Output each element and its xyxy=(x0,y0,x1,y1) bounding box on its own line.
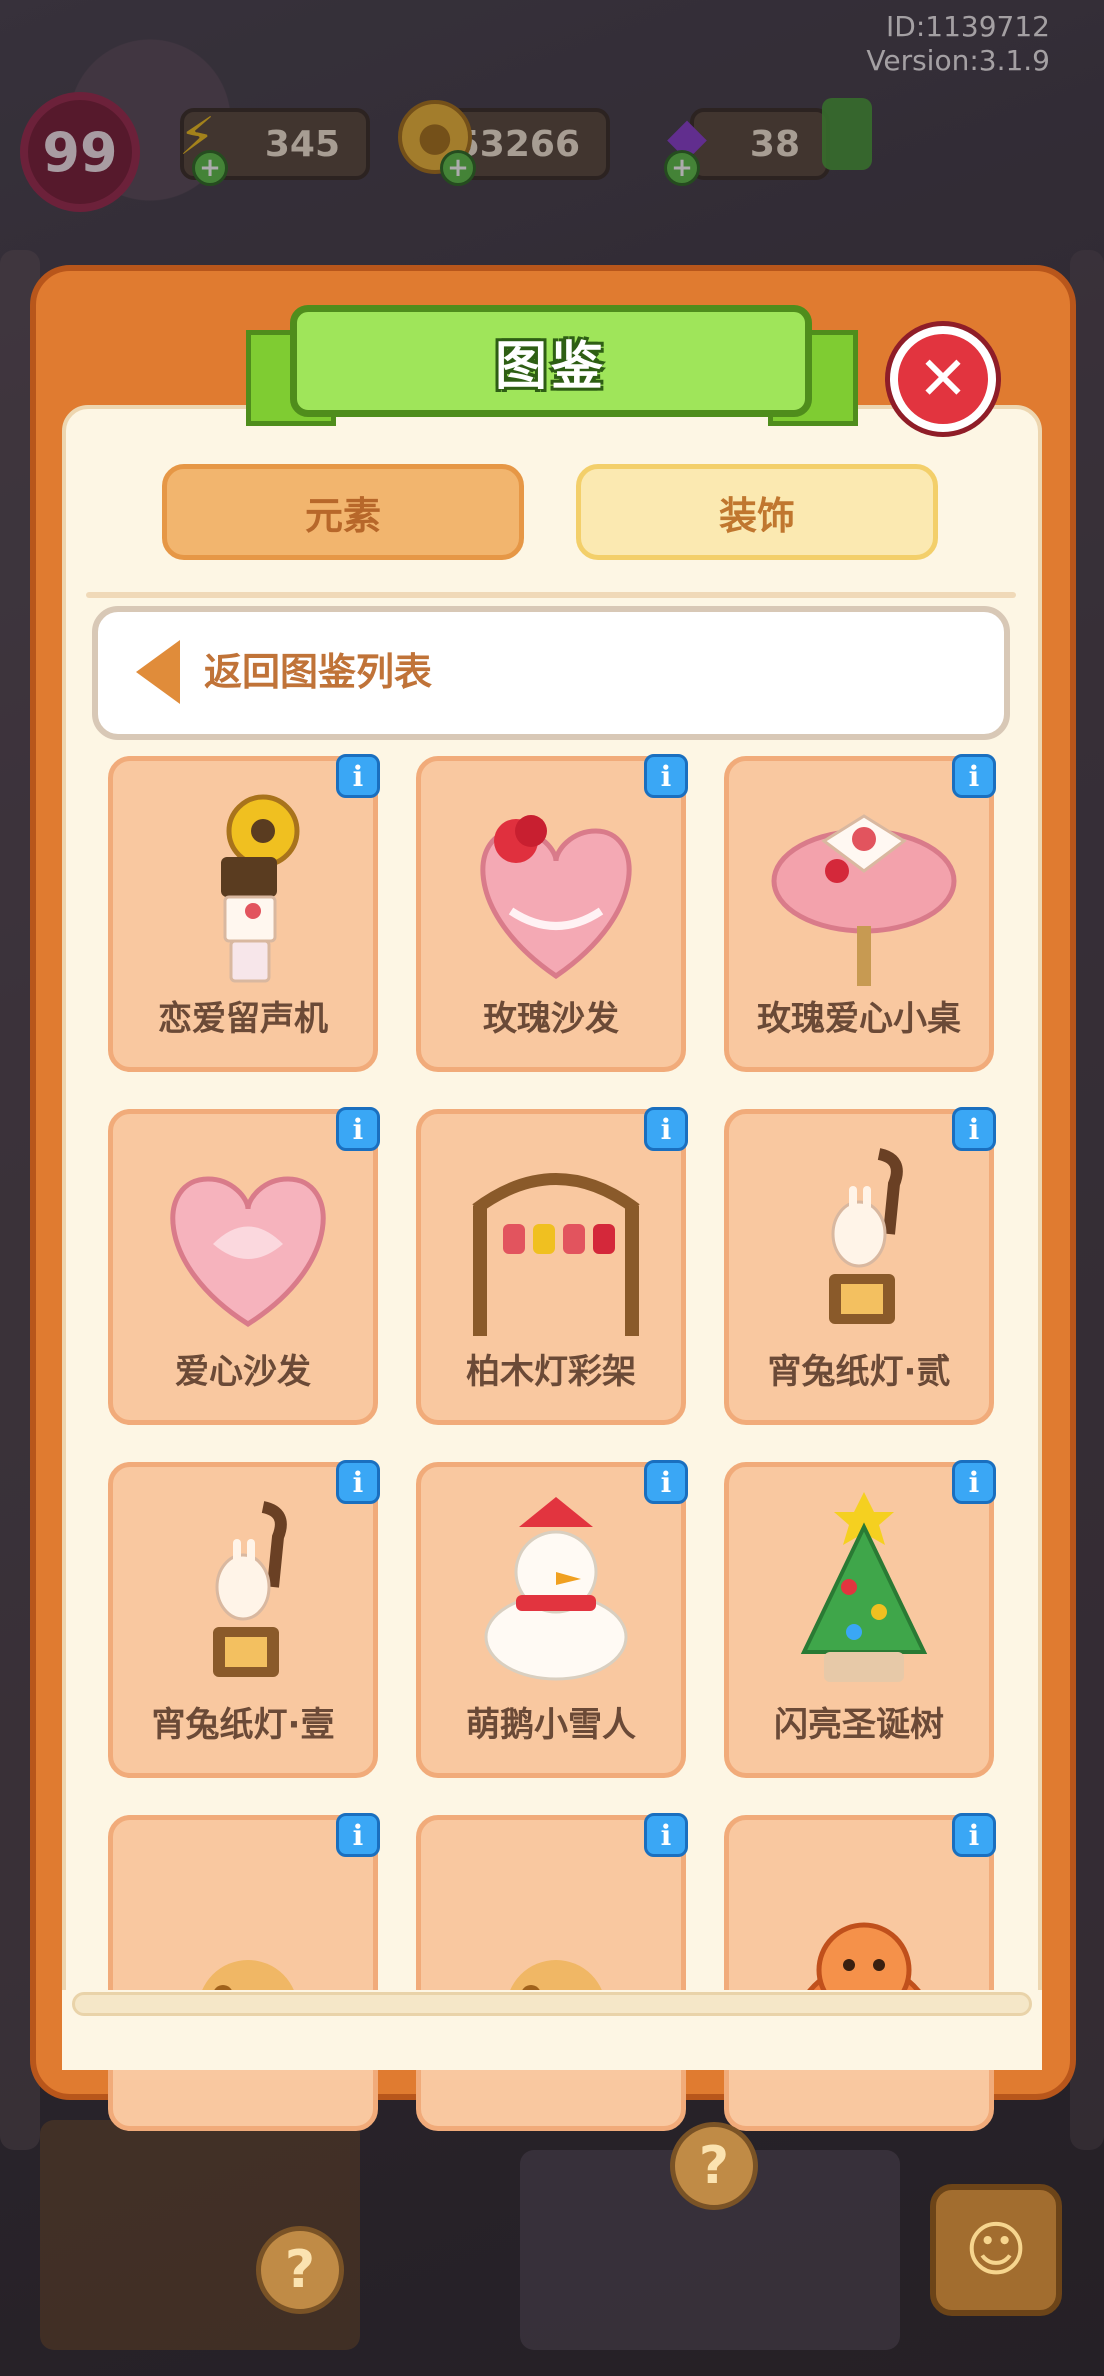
info-icon[interactable]: i xyxy=(644,1107,688,1151)
tab-decorations[interactable]: 装饰 xyxy=(576,464,938,560)
lantern-rack-icon xyxy=(421,1114,681,1350)
rose-heart-table-icon xyxy=(729,761,989,997)
help-bubble-icon-2[interactable]: ? xyxy=(256,2226,344,2314)
info-icon[interactable]: i xyxy=(644,754,688,798)
info-icon[interactable]: i xyxy=(952,754,996,798)
rabbit-lantern-icon xyxy=(729,1114,989,1350)
rabbit-lantern-icon xyxy=(113,1467,373,1703)
info-icon[interactable]: i xyxy=(336,1107,380,1151)
back-to-list-label: 返回图鉴列表 xyxy=(204,650,433,694)
close-icon: ✕ xyxy=(917,344,969,414)
collection-item-card[interactable]: 宵兔纸灯·贰 xyxy=(724,1109,994,1425)
collection-item-label: 爱心沙发 xyxy=(175,1352,311,1392)
collection-item-card[interactable] xyxy=(108,1815,378,2131)
info-icon[interactable]: i xyxy=(952,1460,996,1504)
collection-item-card[interactable]: 闪亮圣诞树 xyxy=(724,1462,994,1778)
collection-item-card[interactable]: 玫瑰沙发 xyxy=(416,756,686,1072)
heart-sofa-icon xyxy=(113,1114,373,1350)
info-icon[interactable]: i xyxy=(644,1460,688,1504)
divider xyxy=(86,592,1016,598)
collection-item-card[interactable]: 柏木灯彩架 xyxy=(416,1109,686,1425)
info-icon[interactable]: i xyxy=(952,1107,996,1151)
collection-item-card[interactable] xyxy=(416,1815,686,2131)
collection-item-label: 宵兔纸灯·贰 xyxy=(767,1352,951,1392)
collection-item-label: 恋爱留声机 xyxy=(158,999,328,1039)
info-icon[interactable]: i xyxy=(336,1460,380,1504)
collection-item-card[interactable]: 玫瑰爱心小桌 xyxy=(724,756,994,1072)
help-bubble-icon[interactable]: ? xyxy=(670,2122,758,2210)
collection-item-card[interactable]: 宵兔纸灯·壹 xyxy=(108,1462,378,1778)
chat-button[interactable]: ☺ xyxy=(930,2184,1062,2316)
collection-item-label: 萌鹅小雪人 xyxy=(466,1705,636,1745)
close-button[interactable]: ✕ xyxy=(890,326,996,432)
collection-item-label: 宵兔纸灯·壹 xyxy=(151,1705,335,1745)
christmas-tree-icon xyxy=(729,1467,989,1703)
scroll-bottom-edge xyxy=(72,1992,1032,2016)
snowman-icon xyxy=(421,1467,681,1703)
info-icon[interactable]: i xyxy=(952,1813,996,1857)
collection-item-label: 柏木灯彩架 xyxy=(466,1352,636,1392)
dialog-title: 图鉴 xyxy=(290,305,812,417)
collection-item-card[interactable] xyxy=(724,1815,994,2131)
collection-item-card[interactable]: 恋爱留声机 xyxy=(108,756,378,1072)
collection-item-card[interactable]: 爱心沙发 xyxy=(108,1109,378,1425)
collection-item-label: 玫瑰爱心小桌 xyxy=(757,999,961,1039)
chat-icon: ☺ xyxy=(964,2215,1028,2285)
info-icon[interactable]: i xyxy=(644,1813,688,1857)
back-arrow-icon xyxy=(136,640,180,704)
tab-elements[interactable]: 元素 xyxy=(162,464,524,560)
info-icon[interactable]: i xyxy=(336,754,380,798)
gramophone-icon xyxy=(113,761,373,997)
collection-item-label: 闪亮圣诞树 xyxy=(774,1705,944,1745)
collection-item-card[interactable]: 萌鹅小雪人 xyxy=(416,1462,686,1778)
info-icon[interactable]: i xyxy=(336,1813,380,1857)
collection-item-label: 玫瑰沙发 xyxy=(483,999,619,1039)
rose-heart-sofa-icon xyxy=(421,761,681,997)
